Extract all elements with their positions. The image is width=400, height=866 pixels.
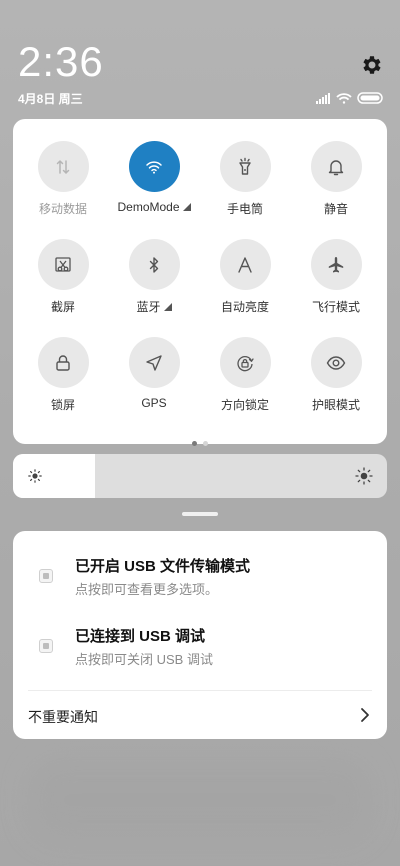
tile-label: 锁屏 xyxy=(50,398,75,412)
page-indicator xyxy=(189,433,211,451)
tile-lock-screen[interactable]: 锁屏 xyxy=(18,337,108,413)
tile-screenshot[interactable]: 截屏 xyxy=(18,239,108,315)
tile-rotation-lock[interactable]: 方向锁定 xyxy=(200,337,290,413)
chevron-right-icon xyxy=(361,708,369,722)
notification-subtitle: 点按即可查看更多选项。 xyxy=(75,582,219,597)
page-dot-active xyxy=(192,441,197,446)
screenshot-icon xyxy=(55,256,71,272)
tile-label: 蓝牙 xyxy=(136,300,161,314)
mobile-data-icon xyxy=(56,159,70,174)
lock-icon xyxy=(56,354,70,371)
tile-label: GPS xyxy=(141,396,167,410)
location-icon xyxy=(146,354,162,371)
signal-icon xyxy=(316,93,330,104)
tile-label-row: 蓝牙 xyxy=(109,298,199,315)
bluetooth-icon xyxy=(149,256,159,273)
tile-circle xyxy=(310,141,362,192)
tile-circle xyxy=(128,141,180,192)
tile-label: 静音 xyxy=(323,202,348,216)
battery-icon xyxy=(357,92,383,104)
tile-wifi[interactable]: DemoMode xyxy=(109,141,199,214)
tile-circle xyxy=(128,337,180,388)
tile-label: 自动亮度 xyxy=(220,300,269,314)
brightness-fill xyxy=(13,454,96,498)
brightness-slider[interactable] xyxy=(13,454,387,498)
notification-usb-debug[interactable]: 已连接到 USB 调试 点按即可关闭 USB 调试 xyxy=(13,625,387,681)
tile-label: 护眼模式 xyxy=(311,398,360,412)
dropdown-triangle-icon xyxy=(163,303,172,311)
notification-panel: 已开启 USB 文件传输模式 点按即可查看更多选项。 已连接到 USB 调试 点… xyxy=(13,531,387,739)
eye-icon xyxy=(326,355,346,370)
notification-usb-transfer[interactable]: 已开启 USB 文件传输模式 点按即可查看更多选项。 xyxy=(13,555,387,611)
tile-circle xyxy=(219,239,271,290)
tile-circle xyxy=(37,239,89,290)
tile-label-row: DemoMode xyxy=(109,200,199,214)
airplane-icon xyxy=(328,256,344,272)
tile-bluetooth[interactable]: 蓝牙 xyxy=(109,239,199,315)
tile-label: 方向锁定 xyxy=(220,398,269,412)
notification-title: 已连接到 USB 调试 xyxy=(75,628,206,645)
flashlight-icon xyxy=(239,157,251,175)
tile-label: 截屏 xyxy=(50,300,75,314)
clock: 2:36 xyxy=(18,38,104,85)
tile-flashlight[interactable]: 手电筒 xyxy=(200,141,290,217)
tile-eye-care[interactable]: 护眼模式 xyxy=(291,337,381,413)
tile-label: DemoMode xyxy=(117,200,180,214)
bell-icon xyxy=(328,159,344,175)
tile-auto-brightness[interactable]: 自动亮度 xyxy=(200,239,290,315)
tile-airplane[interactable]: 飞行模式 xyxy=(291,239,381,315)
unimportant-notifications-row[interactable]: 不重要通知 xyxy=(13,691,387,739)
tile-circle xyxy=(219,337,271,388)
drag-handle[interactable] xyxy=(182,512,218,516)
brightness-low-icon xyxy=(28,469,42,483)
tile-label: 手电筒 xyxy=(226,202,263,216)
wifi-status-icon xyxy=(336,93,352,104)
android-system-icon xyxy=(39,569,53,583)
tile-circle xyxy=(310,239,362,290)
tile-mobile-data[interactable]: 移动数据 xyxy=(18,141,108,217)
date: 4月8日 周三 xyxy=(18,92,83,106)
wifi-icon xyxy=(146,160,162,174)
tile-label: 飞行模式 xyxy=(311,300,360,314)
rotation-lock-icon xyxy=(237,355,254,371)
settings-button[interactable] xyxy=(360,53,384,77)
auto-brightness-icon xyxy=(238,256,252,273)
status-icons xyxy=(316,92,383,104)
dropdown-triangle-icon xyxy=(182,203,191,211)
notification-title: 已开启 USB 文件传输模式 xyxy=(75,558,251,575)
notification-subtitle: 点按即可关闭 USB 调试 xyxy=(75,652,213,667)
gear-icon xyxy=(363,56,381,74)
quick-settings-panel: 移动数据 DemoMode 手电筒 静音 截屏 蓝牙 自动亮度 飞行模式 锁屏 … xyxy=(13,119,387,446)
tile-circle xyxy=(310,337,362,388)
tile-silent[interactable]: 静音 xyxy=(291,141,381,217)
brightness-high-icon xyxy=(355,467,373,485)
tile-circle xyxy=(37,141,89,192)
tile-gps[interactable]: GPS xyxy=(109,337,199,410)
tile-circle xyxy=(37,337,89,388)
background-blur xyxy=(30,760,370,840)
tile-circle xyxy=(219,141,271,192)
page-dot xyxy=(203,441,208,446)
tile-circle xyxy=(128,239,180,290)
unimportant-notifications-label: 不重要通知 xyxy=(28,709,98,725)
android-system-icon xyxy=(39,639,53,653)
tile-label: 移动数据 xyxy=(38,202,87,216)
